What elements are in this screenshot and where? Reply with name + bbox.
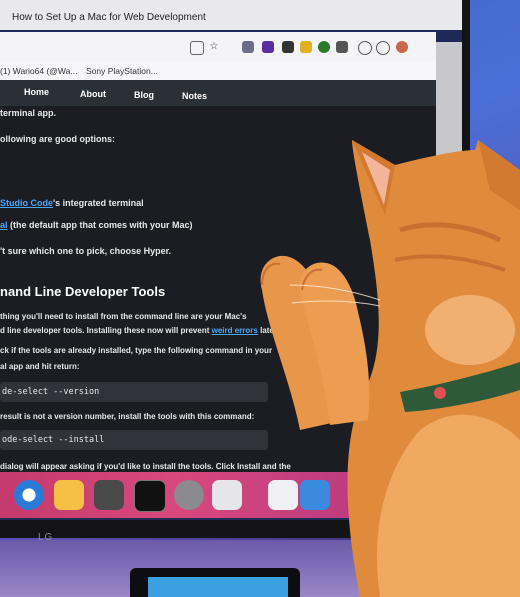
cat-body [347, 140, 520, 597]
cat [260, 140, 520, 597]
